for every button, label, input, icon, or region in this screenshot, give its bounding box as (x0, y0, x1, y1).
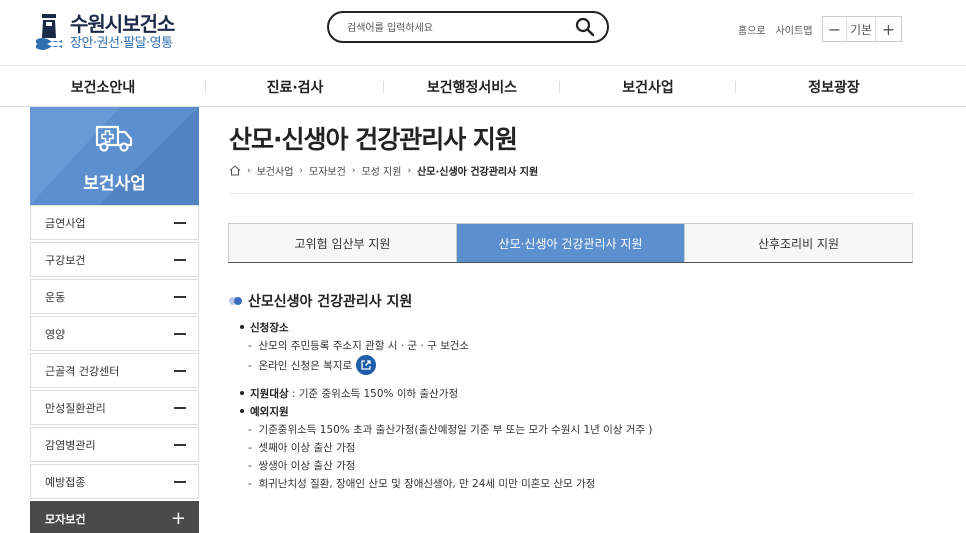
section-body: 신청장소 - 산모의 주민등록 주소지 관할 시 · 군 · 구 보건소 - 온… (240, 318, 653, 492)
sidebar-item-exercise[interactable]: 운동 (30, 279, 199, 314)
font-decrease-button[interactable]: − (823, 17, 847, 41)
place-item: - 산모의 주민등록 주소지 관할 시 · 군 · 구 보건소 (248, 339, 470, 352)
exception-item: - 희귀난치성 질환, 장애인 산모 및 장애신생아, 만 24세 미만 미혼모… (248, 477, 596, 490)
sidebar-item-maternal-child[interactable]: 모자보건 + (30, 501, 199, 533)
home-link[interactable]: 홈으로 (738, 22, 766, 37)
font-size-control: − 기본 + (822, 16, 902, 42)
minus-icon (174, 332, 186, 335)
breadcrumb-item[interactable]: 보건사업 (257, 163, 294, 178)
sidebar-item-label: 모자보건 (45, 512, 86, 526)
bullet-icon (240, 409, 244, 413)
sitemap-link[interactable]: 사이트맵 (776, 22, 813, 37)
sidebar-item-label: 근골격 건강센터 (45, 364, 120, 378)
sidebar-item-label: 금연사업 (45, 216, 86, 230)
sidebar-item-label: 감염병관리 (45, 438, 96, 452)
gnb-item-health-programs[interactable]: 보건사업 (560, 67, 736, 107)
title-dots-icon (229, 297, 242, 305)
sidebar-item-infectious-disease[interactable]: 감염병관리 (30, 427, 199, 462)
gnb-item-admin-services[interactable]: 보건행정서비스 (384, 67, 560, 107)
home-icon[interactable] (229, 165, 241, 176)
sidebar-item-smoking-cessation[interactable]: 금연사업 (30, 205, 199, 240)
logo-lighthouse-icon (36, 14, 62, 50)
bullet-icon (240, 391, 244, 395)
breadcrumb-current: 산모·신생아 건강관리사 지원 (417, 167, 539, 178)
logo-subtitle: 장안·권선·팔달·영통 (70, 36, 173, 51)
sidebar-item-musculoskeletal[interactable]: 근골격 건강센터 (30, 353, 199, 388)
section-title: 산모신생아 건강관리사 지원 (229, 291, 412, 311)
section-title-text: 산모신생아 건강관리사 지원 (248, 294, 413, 310)
gnb-item-clinic[interactable]: 진료·검사 (206, 67, 384, 107)
breadcrumb-separator-icon: › (351, 165, 356, 176)
content-tabs: 고위험 임산부 지원 산모·신생아 건강관리사 지원 산후조리비 지원 (228, 223, 913, 263)
exception-item: - 기준중위소득 150% 초과 출산가정(출산예정일 기준 부 또는 모가 수… (248, 423, 653, 436)
plus-icon: + (170, 507, 186, 529)
tab-postpartum-care-cost[interactable]: 산후조리비 지원 (685, 224, 912, 262)
font-increase-button[interactable]: + (875, 17, 901, 41)
breadcrumb: › 보건사업 › 모자보건 › 모성 지원 › 산모·신생아 건강관리사 지원 (229, 163, 538, 178)
minus-icon (174, 295, 186, 298)
sidebar-item-label: 만성질환관리 (45, 401, 106, 415)
minus-icon (174, 406, 186, 409)
gnb-item-about[interactable]: 보건소안내 (0, 67, 206, 107)
place-label: 신청장소 (250, 321, 289, 334)
tab-health-manager-support[interactable]: 산모·신생아 건강관리사 지원 (457, 224, 685, 262)
font-size-label: 기본 (849, 22, 873, 37)
minus-icon (174, 221, 186, 224)
tab-high-risk-pregnancy[interactable]: 고위험 임산부 지원 (229, 224, 457, 262)
minus-icon (174, 480, 186, 483)
sidebar-item-label: 운동 (45, 290, 66, 304)
breadcrumb-separator-icon: › (407, 165, 412, 176)
breadcrumb-separator-icon: › (247, 165, 251, 176)
sidebar-menu: 금연사업 구강보건 운동 영양 근골격 건강센터 만성질환관리 감염병관리 예방… (30, 205, 199, 533)
minus-icon (174, 258, 186, 261)
page-title: 산모·신생아 건강관리사 지원 (229, 125, 518, 154)
minus-icon (174, 443, 186, 446)
sidebar-item-vaccination[interactable]: 예방접종 (30, 464, 199, 499)
sidebar-item-chronic-disease[interactable]: 만성질환관리 (30, 390, 199, 425)
external-link-icon[interactable] (356, 355, 377, 375)
logo-title: 수원시보건소 (70, 12, 175, 36)
place-item: - 온라인 신청은 복지로 (248, 359, 353, 372)
search-input[interactable] (347, 19, 567, 37)
ambulance-icon (95, 125, 133, 152)
breadcrumb-item[interactable]: 모성 지원 (361, 163, 401, 178)
utility-links: 홈으로 사이트맵 (738, 22, 812, 37)
exception-item: - 셋째아 이상 출산 가정 (248, 441, 356, 454)
exception-label: 예외지원 (250, 405, 289, 418)
minus-icon (174, 369, 186, 372)
main-navigation: 보건소안내 진료·검사 보건행정서비스 보건사업 정보광장 (0, 67, 966, 107)
bullet-icon (240, 325, 244, 329)
sidebar-item-label: 예방접종 (45, 475, 86, 489)
target-label: 지원대상 (250, 387, 289, 400)
breadcrumb-separator-icon: › (299, 165, 304, 176)
sidebar-title: 보건사업 (83, 174, 146, 194)
site-header: 수원시보건소 장안·권선·팔달·영통 홈으로 사이트맵 − 기본 + (0, 0, 966, 66)
sidebar-item-label: 영양 (45, 327, 66, 341)
site-logo[interactable]: 수원시보건소 장안·권선·팔달·영통 (36, 12, 175, 52)
exception-item: - 쌍생아 이상 출산 가정 (248, 459, 356, 472)
sidebar-header: 보건사업 (30, 107, 199, 205)
divider (229, 193, 913, 194)
breadcrumb-item[interactable]: 모자보건 (309, 163, 346, 178)
sidebar-item-oral-health[interactable]: 구강보건 (30, 242, 199, 277)
sidebar-item-label: 구강보건 (45, 253, 86, 267)
search-icon[interactable] (575, 17, 595, 37)
sidebar-item-nutrition[interactable]: 영양 (30, 316, 199, 351)
gnb-item-info-plaza[interactable]: 정보광장 (736, 67, 932, 107)
search-box (327, 11, 609, 43)
target-text: : 기준 중위소득 150% 이하 출산가정 (291, 387, 459, 400)
